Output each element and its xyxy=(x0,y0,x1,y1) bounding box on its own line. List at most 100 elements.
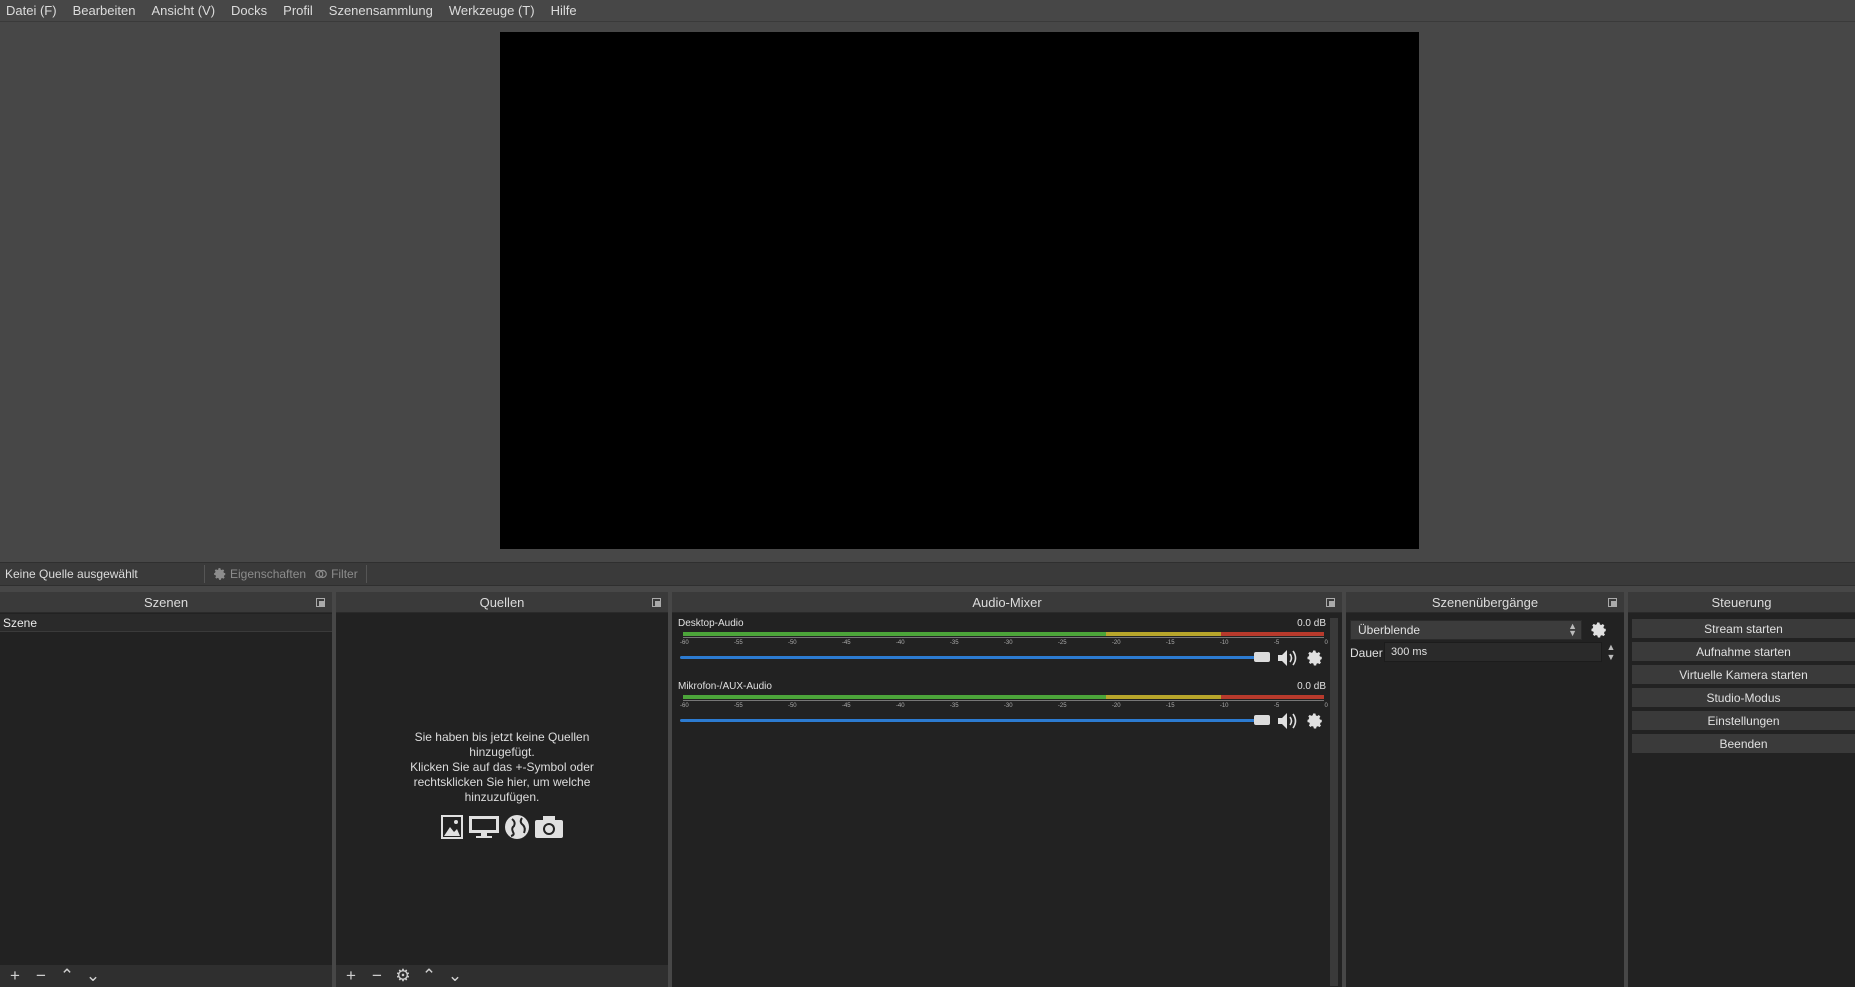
speaker-icon[interactable] xyxy=(1276,648,1300,668)
preview-canvas[interactable] xyxy=(500,32,1419,549)
menu-scene-collection[interactable]: Szenensammlung xyxy=(329,0,433,22)
filter-icon xyxy=(315,569,327,579)
undock-icon[interactable] xyxy=(652,598,661,607)
speaker-icon[interactable] xyxy=(1276,711,1300,731)
mixer-title: Audio-Mixer xyxy=(972,594,1042,610)
tick-label: -50 xyxy=(787,640,797,646)
channel-db: 0.0 dB xyxy=(1297,618,1326,629)
properties-button[interactable]: Eigenschaften xyxy=(209,564,310,584)
tick-label: -25 xyxy=(1057,640,1067,646)
move-up-icon[interactable]: ⌃ xyxy=(420,966,438,986)
filters-button[interactable]: Filter xyxy=(310,564,362,584)
start-recording-button[interactable]: Aufnahme starten xyxy=(1632,642,1855,661)
properties-label: Eigenschaften xyxy=(230,567,307,581)
controls-title: Steuerung xyxy=(1711,594,1772,610)
meter-green xyxy=(683,632,1107,636)
meter-green xyxy=(683,695,1107,699)
transition-select[interactable]: Überblende ▲ ▼ xyxy=(1350,620,1582,640)
volume-slider-handle[interactable] xyxy=(1254,715,1270,725)
tick-label: -30 xyxy=(1003,703,1013,709)
menu-view[interactable]: Ansicht (V) xyxy=(151,0,215,22)
move-down-icon[interactable]: ⌄ xyxy=(446,966,464,986)
no-source-label: Keine Quelle ausgewählt xyxy=(5,567,138,581)
settings-button[interactable]: Einstellungen xyxy=(1632,711,1855,730)
tick-label: -45 xyxy=(841,640,851,646)
tick-label: -15 xyxy=(1165,640,1175,646)
exit-button[interactable]: Beenden xyxy=(1632,734,1855,753)
meter-yellow xyxy=(1106,632,1222,636)
undock-icon[interactable] xyxy=(316,598,325,607)
menu-bar: Datei (F) Bearbeiten Ansicht (V) Docks P… xyxy=(0,0,1855,22)
sources-toolbar: + − ⚙ ⌃ ⌄ xyxy=(336,965,668,987)
image-icon xyxy=(441,815,463,839)
meter-yellow xyxy=(1106,695,1222,699)
channel-name: Mikrofon-/AUX-Audio xyxy=(678,681,772,692)
tick-label: 0 xyxy=(1324,703,1328,709)
remove-source-button[interactable]: − xyxy=(368,966,386,986)
controls-dock: Steuerung Stream starten Aufnahme starte… xyxy=(1628,592,1855,987)
undock-icon[interactable] xyxy=(1608,598,1617,607)
tick-label: -60 xyxy=(680,703,689,709)
menu-profile[interactable]: Profil xyxy=(283,0,313,22)
scenes-title-bar: Szenen xyxy=(0,592,332,613)
tick-label: -5 xyxy=(1273,640,1280,646)
source-properties-icon[interactable]: ⚙ xyxy=(394,966,412,986)
tick-label: -60 xyxy=(680,640,689,646)
volume-slider-track[interactable] xyxy=(680,656,1260,659)
transition-selected: Überblende xyxy=(1358,623,1421,637)
tick-label: -15 xyxy=(1165,703,1175,709)
tick-label: 0 xyxy=(1324,640,1328,646)
mixer-title-bar: Audio-Mixer xyxy=(672,592,1342,613)
remove-scene-button[interactable]: − xyxy=(32,966,50,986)
duration-stepper-icon[interactable]: ▲ ▼ xyxy=(1604,642,1618,662)
menu-help[interactable]: Hilfe xyxy=(551,0,577,22)
volume-slider-track[interactable] xyxy=(680,719,1260,722)
empty-line: Sie haben bis jetzt keine Quellen xyxy=(414,730,590,744)
volume-meter xyxy=(683,695,1324,699)
channel-name: Desktop-Audio xyxy=(678,618,744,629)
menu-docks[interactable]: Docks xyxy=(231,0,267,22)
tick-label: -50 xyxy=(787,703,797,709)
empty-line: hinzugefügt. xyxy=(469,745,535,759)
mixer-scrollbar[interactable] xyxy=(1330,618,1338,986)
tick-label: -5 xyxy=(1273,703,1280,709)
tick-label: -20 xyxy=(1111,703,1121,709)
menu-file[interactable]: Datei (F) xyxy=(6,0,57,22)
add-scene-button[interactable]: + xyxy=(6,966,24,986)
sources-empty-message[interactable]: Sie haben bis jetzt keine Quellen hinzug… xyxy=(336,730,668,805)
source-type-icons xyxy=(336,814,668,840)
start-stream-button[interactable]: Stream starten xyxy=(1632,619,1855,638)
scenes-toolbar: + − ⌃ ⌄ xyxy=(0,965,332,987)
context-separator xyxy=(204,565,205,583)
studio-mode-button[interactable]: Studio-Modus xyxy=(1632,688,1855,707)
scenes-dock: Szenen Szene + − ⌃ ⌄ xyxy=(0,592,332,987)
menu-edit[interactable]: Bearbeiten xyxy=(73,0,136,22)
camera-icon xyxy=(535,816,563,838)
gear-icon[interactable] xyxy=(1306,712,1324,730)
add-source-button[interactable]: + xyxy=(342,966,360,986)
menu-tools[interactable]: Werkzeuge (T) xyxy=(449,0,535,22)
duration-input[interactable]: 300 ms xyxy=(1384,642,1602,662)
chevron-updown-icon: ▲ ▼ xyxy=(1568,621,1577,638)
tick-label: -55 xyxy=(733,640,743,646)
channel-db: 0.0 dB xyxy=(1297,681,1326,692)
scenes-title: Szenen xyxy=(143,594,189,610)
volume-slider-handle[interactable] xyxy=(1254,652,1270,662)
transitions-dock: Szenenübergänge Überblende ▲ ▼ Dauer 300 … xyxy=(1346,592,1624,987)
gear-icon[interactable] xyxy=(1306,649,1324,667)
tick-labels: -60 -55 -50 -45 -40 -35 -30 -25 -20 -15 … xyxy=(680,703,1328,709)
gear-icon[interactable] xyxy=(1590,621,1608,639)
tick-label: -35 xyxy=(949,640,959,646)
start-virtual-camera-button[interactable]: Virtuelle Kamera starten xyxy=(1632,665,1855,684)
scene-list-item[interactable]: Szene xyxy=(0,614,332,632)
audio-mixer-dock: Audio-Mixer Desktop-Audio 0.0 dB -60 -55… xyxy=(672,592,1342,987)
move-up-icon[interactable]: ⌃ xyxy=(58,966,76,986)
meter-red xyxy=(1221,695,1324,699)
move-down-icon[interactable]: ⌄ xyxy=(84,966,102,986)
meter-red xyxy=(1221,632,1324,636)
tick-label: -35 xyxy=(949,703,959,709)
undock-icon[interactable] xyxy=(1326,598,1335,607)
gear-icon xyxy=(214,568,226,580)
monitor-icon xyxy=(469,816,499,838)
tick-labels: -60 -55 -50 -45 -40 -35 -30 -25 -20 -15 … xyxy=(680,640,1328,646)
